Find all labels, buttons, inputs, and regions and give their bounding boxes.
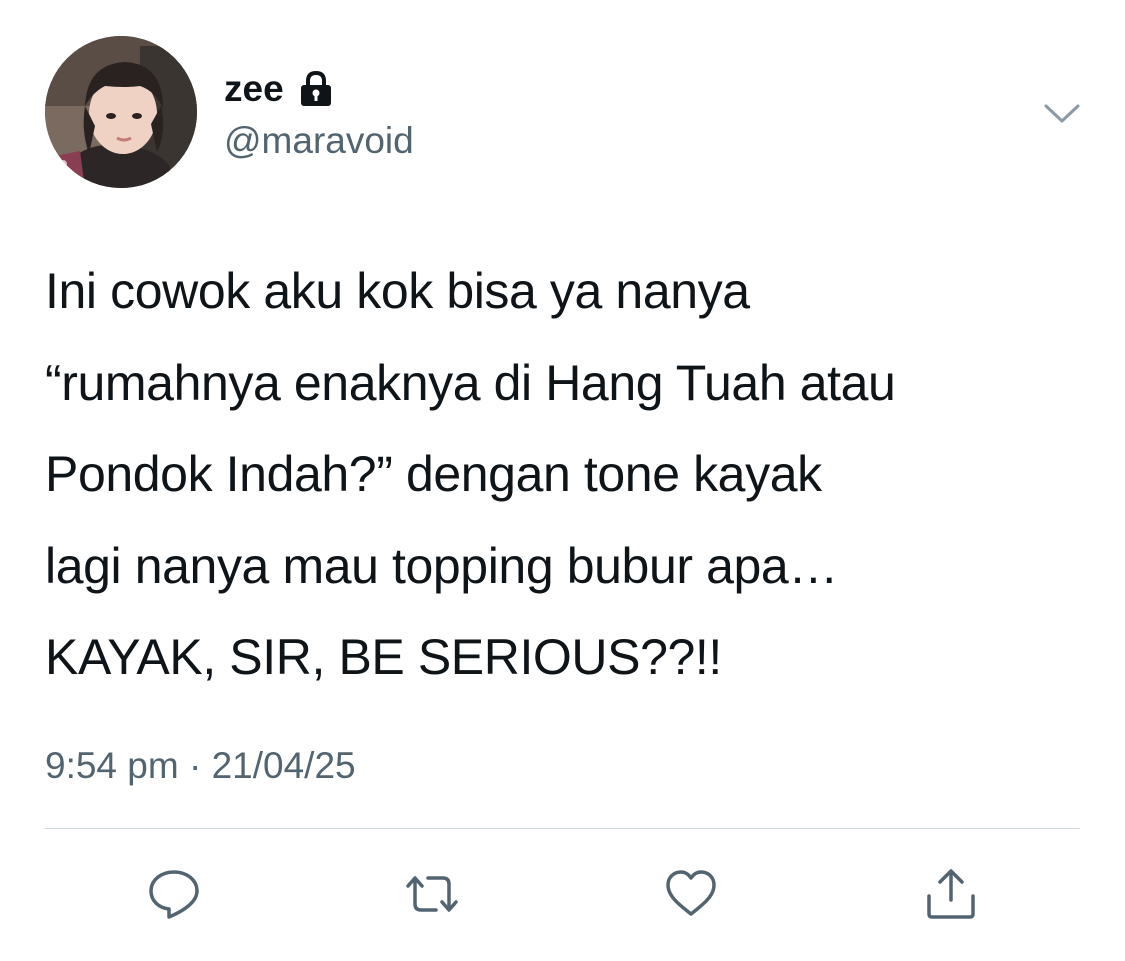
heart-icon	[666, 870, 716, 916]
chevron-down-icon	[1044, 104, 1080, 123]
profile-photo-icon	[45, 36, 197, 188]
tweet-detail: zee @maravoid Ini cowok aku kok bisa ya …	[0, 0, 1125, 961]
retweet-button[interactable]	[402, 864, 462, 924]
lock-icon	[298, 70, 334, 108]
like-button[interactable]	[661, 864, 721, 924]
reply-button[interactable]	[144, 864, 204, 924]
share-button[interactable]	[921, 864, 981, 924]
share-icon	[927, 869, 975, 919]
retweet-icon	[406, 876, 458, 912]
display-name-row[interactable]: zee	[224, 66, 334, 112]
display-name[interactable]: zee	[224, 66, 284, 112]
tweet-text: Ini cowok aku kok bisa ya nanya “rumahny…	[45, 263, 896, 685]
more-options-button[interactable]	[1040, 96, 1084, 132]
tweet-timestamp[interactable]: 9:54 pm · 21/04/25	[45, 743, 356, 789]
divider	[45, 828, 1080, 829]
reply-icon	[149, 870, 199, 919]
user-handle[interactable]: @maravoid	[224, 118, 414, 164]
avatar[interactable]	[45, 36, 197, 188]
